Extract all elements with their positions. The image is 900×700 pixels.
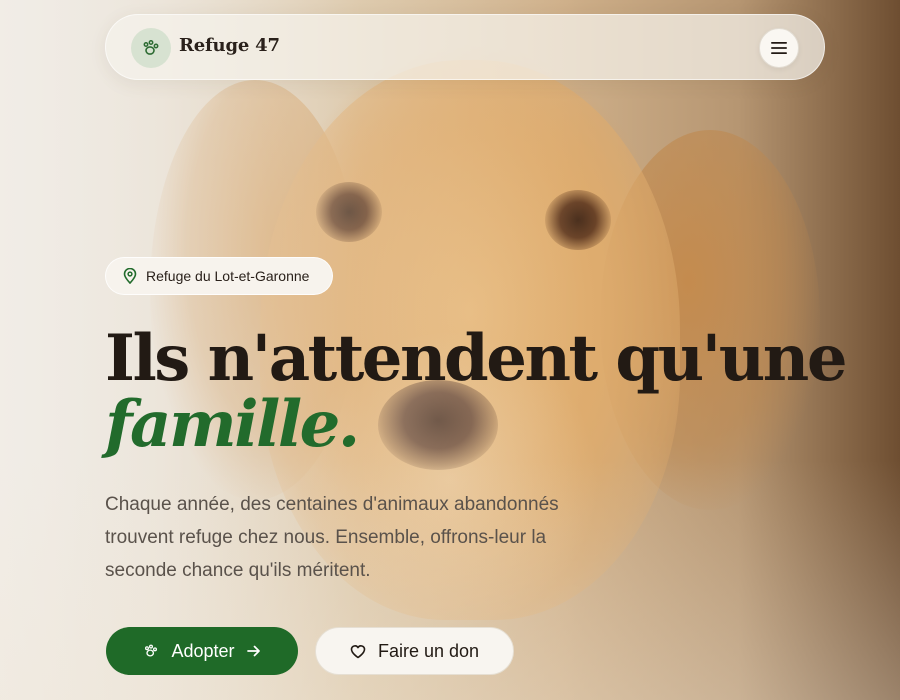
location-badge: Refuge du Lot-et-Garonne [105,257,333,295]
paw-icon [141,38,161,58]
hero-description: Chaque année, des centaines d'animaux ab… [105,494,559,581]
brand-name[interactable]: Refuge 47 [179,35,280,56]
hero-headline: Ils n'attendent qu'une famille. [105,326,865,458]
donate-button[interactable]: Faire un don [315,627,514,675]
logo[interactable] [131,28,171,68]
location-label: Refuge du Lot-et-Garonne [146,268,310,284]
headline-accent: famille. [105,387,360,462]
heart-icon [350,644,366,659]
adopt-button[interactable]: Adopter [106,627,298,675]
headline-line: Ils n'attendent qu'une [105,321,848,396]
arrow-right-icon [246,645,261,657]
hamburger-icon [771,41,787,55]
donate-button-label: Faire un don [377,640,480,661]
paw-icon [143,643,159,659]
adopt-button-label: Adopter [171,640,235,661]
map-pin-icon [123,268,137,284]
top-navigation-bar: Refuge 47 [105,14,825,80]
menu-button[interactable] [759,28,799,68]
